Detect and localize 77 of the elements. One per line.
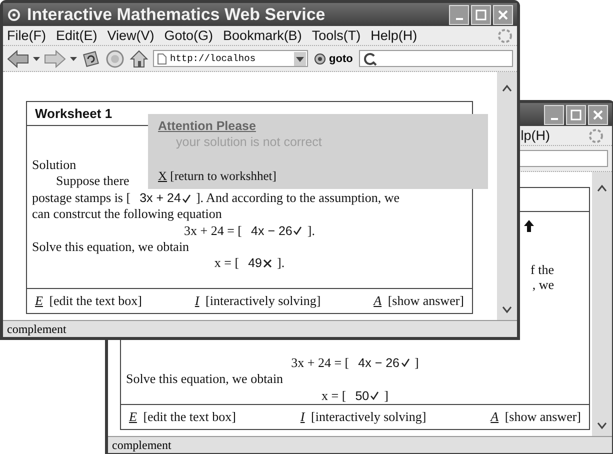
answer-box[interactable]: 49 xyxy=(242,255,274,272)
paragraph-text: ]. xyxy=(276,255,285,272)
maximize-button[interactable] xyxy=(566,104,586,124)
answer-box[interactable]: 4x − 26 xyxy=(245,222,304,240)
menu-item[interactable]: View(V) xyxy=(107,28,154,43)
menu-item[interactable]: Help(H) xyxy=(370,28,418,43)
menu-item[interactable]: Tools(T) xyxy=(312,28,361,43)
address-field[interactable] xyxy=(518,150,608,167)
menu-item[interactable]: lp(H) xyxy=(520,128,550,143)
scrollbar[interactable] xyxy=(497,72,517,320)
paragraph-text: ]. xyxy=(307,222,315,240)
close-button[interactable] xyxy=(588,104,608,124)
paragraph-text: can constrcut the following equation xyxy=(32,206,222,223)
action-link[interactable]: E [edit the text box] xyxy=(35,293,142,309)
paragraph-text: Solution xyxy=(32,157,76,174)
scroll-down-icon[interactable] xyxy=(502,306,512,314)
loading-icon xyxy=(588,128,604,144)
scrollbar[interactable] xyxy=(592,172,612,436)
action-link[interactable]: I [interactively solving] xyxy=(194,293,321,309)
answer-box[interactable]: 50 xyxy=(349,388,382,404)
paragraph-text: 3x + 24 = [ xyxy=(291,354,350,372)
paragraph-text: ] xyxy=(384,388,388,404)
paragraph-text: Solve this equation, we obtain xyxy=(126,371,284,388)
paragraph-text: Solve this equation, we obtain xyxy=(32,239,190,256)
home-icon[interactable] xyxy=(129,48,149,68)
up-arrow-icon xyxy=(524,220,534,232)
answer-box[interactable]: 4x − 26 xyxy=(352,354,412,372)
paragraph-text: ]. And according to the assumption, we xyxy=(196,190,400,206)
minimize-icon xyxy=(550,118,558,120)
action-link[interactable]: A [show answer] xyxy=(490,409,581,425)
caret-icon[interactable] xyxy=(33,56,40,62)
paragraph-text: Suppose there xyxy=(56,173,130,190)
status-text: complement xyxy=(3,320,517,337)
maximize-icon xyxy=(570,108,582,120)
scroll-up-icon[interactable] xyxy=(597,184,607,192)
answer-box[interactable]: 3x + 24 xyxy=(134,190,193,206)
menu-item[interactable]: Goto(G) xyxy=(164,28,214,43)
back-icon[interactable] xyxy=(7,50,29,68)
page-icon xyxy=(157,52,167,64)
search-icon xyxy=(362,52,377,66)
close-icon xyxy=(497,8,509,20)
scroll-down-icon[interactable] xyxy=(597,422,607,430)
paragraph-text: , we xyxy=(532,277,554,292)
close-icon xyxy=(592,108,604,120)
paragraph-text: x = [ xyxy=(214,255,240,272)
action-link[interactable]: I [interactively solving] xyxy=(300,409,426,425)
paragraph-text: f the xyxy=(530,262,554,277)
worksheet-title: Worksheet 1 xyxy=(35,106,112,121)
paragraph-text: x = [ xyxy=(322,388,346,404)
maximize-button[interactable] xyxy=(471,4,491,24)
paragraph-text: ] xyxy=(414,354,419,372)
caret-icon[interactable] xyxy=(70,56,77,62)
minimize-button[interactable] xyxy=(449,4,469,24)
maximize-icon xyxy=(475,8,487,20)
menu-item[interactable]: File(F) xyxy=(7,28,46,43)
window-title: Interactive Mathematics Web Service xyxy=(27,4,326,24)
status-text: complement xyxy=(108,436,612,453)
minimize-button[interactable] xyxy=(544,104,564,124)
menu-item[interactable]: Edit(E) xyxy=(56,28,98,43)
app-icon xyxy=(7,8,21,22)
search-field[interactable] xyxy=(358,50,513,67)
return-link[interactable]: X [return to workshhet] xyxy=(158,169,276,184)
dropdown-icon[interactable] xyxy=(294,52,306,66)
address-field[interactable]: http://localhos xyxy=(153,50,308,67)
action-link[interactable]: A [show answer] xyxy=(374,293,464,309)
minimize-icon xyxy=(456,18,462,20)
scroll-up-icon[interactable] xyxy=(502,84,512,92)
go-button[interactable]: goto xyxy=(312,52,355,64)
paragraph-text: postage stamps is [ xyxy=(32,190,131,206)
action-link[interactable]: E [edit the text box] xyxy=(129,409,236,425)
alert-title: Attention Please xyxy=(158,119,256,133)
menu-item[interactable]: Bookmark(B) xyxy=(223,28,302,43)
loading-icon xyxy=(497,28,513,44)
close-button[interactable] xyxy=(493,4,513,24)
go-icon xyxy=(314,52,326,64)
paragraph-text: 3x + 24 = [ xyxy=(184,222,242,240)
reload-icon[interactable] xyxy=(81,48,101,68)
